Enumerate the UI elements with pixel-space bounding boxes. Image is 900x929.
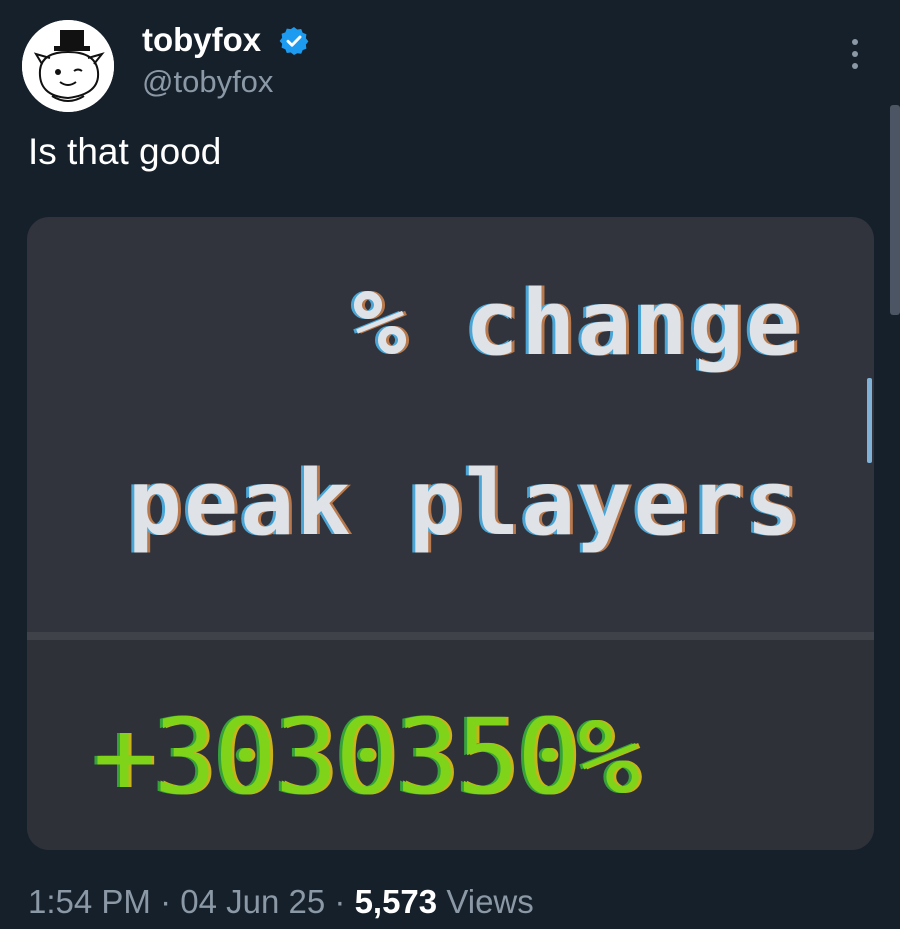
stat-value: +3030350% [93,696,641,818]
author-display-name[interactable]: tobyfox [142,20,261,60]
tweet-meta: 1:54 PM · 04 Jun 25 · 5,573 Views [28,880,534,924]
meta-separator: · [334,883,346,920]
more-dot [852,51,858,57]
tweet-time[interactable]: 1:54 PM [28,883,151,920]
tweet-detail-view: tobyfox @tobyfox Is that good % change p… [0,0,900,929]
stat-heading-line2: peak players [127,451,802,556]
more-vertical-icon[interactable] [840,34,870,74]
views-label: Views [446,883,534,920]
avatar-drawing [22,20,114,112]
verified-badge-icon [279,27,309,55]
meta-separator: · [160,883,172,920]
media-divider [27,632,874,640]
author-handle[interactable]: @tobyfox [142,62,273,102]
tweet-media-image[interactable]: % change peak players +3030350% [27,217,874,850]
more-dot [852,39,858,45]
stat-heading-line1: % change [352,271,802,376]
scroll-position-marker [867,378,872,463]
scrollbar[interactable] [890,105,900,315]
more-dot [852,63,858,69]
tweet-date[interactable]: 04 Jun 25 [180,883,325,920]
avatar[interactable] [22,20,114,112]
views-count: 5,573 [354,883,438,920]
tweet-text: Is that good [28,131,222,172]
